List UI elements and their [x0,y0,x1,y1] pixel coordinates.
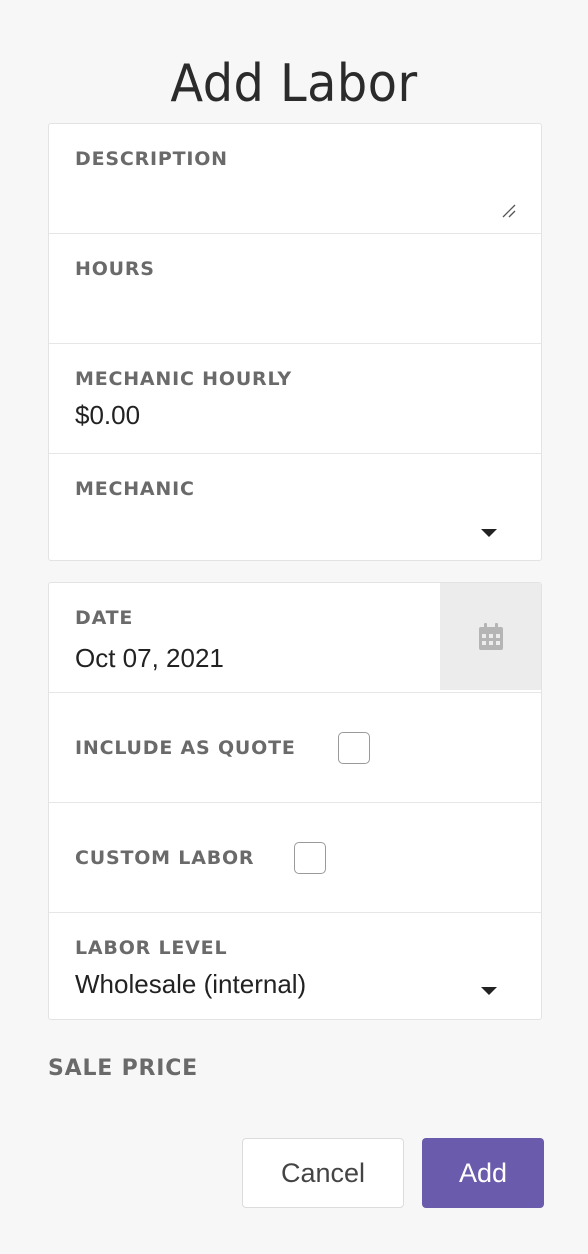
labor-level-select[interactable]: LABOR LEVEL Wholesale (internal) [49,913,541,1019]
labor-options-card: DATE Oct 07, 2021 INCLUDE AS QUOTE CUSTO… [48,582,542,1020]
resize-handle-icon[interactable] [501,203,517,219]
labor-level-label: LABOR LEVEL [75,937,228,959]
custom-labor-checkbox[interactable] [294,842,326,874]
sale-price-label: SALE PRICE [48,1056,199,1081]
mechanic-hourly-field[interactable]: MECHANIC HOURLY $0.00 [49,344,541,454]
date-value[interactable]: Oct 07, 2021 [75,643,224,674]
labor-details-card: DESCRIPTION HOURS MECHANIC HOURLY $0.00 … [48,123,542,561]
chevron-down-icon[interactable] [481,987,497,995]
mechanic-select[interactable]: MECHANIC [49,454,541,560]
include-as-quote-checkbox[interactable] [338,732,370,764]
description-field[interactable]: DESCRIPTION [49,124,541,234]
chevron-down-icon[interactable] [481,529,497,537]
date-field[interactable]: DATE Oct 07, 2021 [49,583,541,693]
cancel-button[interactable]: Cancel [242,1138,404,1208]
calendar-button[interactable] [440,583,541,690]
include-as-quote-label: INCLUDE AS QUOTE [75,737,296,759]
mechanic-hourly-label: MECHANIC HOURLY [75,368,292,390]
page-title: Add Labor [170,54,418,114]
description-label: DESCRIPTION [75,148,228,170]
mechanic-label: MECHANIC [75,478,195,500]
custom-labor-field: CUSTOM LABOR [49,803,541,913]
mechanic-hourly-value[interactable]: $0.00 [75,400,140,431]
include-as-quote-field: INCLUDE AS QUOTE [49,693,541,803]
custom-labor-label: CUSTOM LABOR [75,847,255,869]
hours-label: HOURS [75,258,155,280]
labor-level-value[interactable]: Wholesale (internal) [75,969,306,1000]
date-label: DATE [75,607,134,629]
calendar-icon [478,622,503,650]
add-button[interactable]: Add [422,1138,544,1208]
hours-field[interactable]: HOURS [49,234,541,344]
